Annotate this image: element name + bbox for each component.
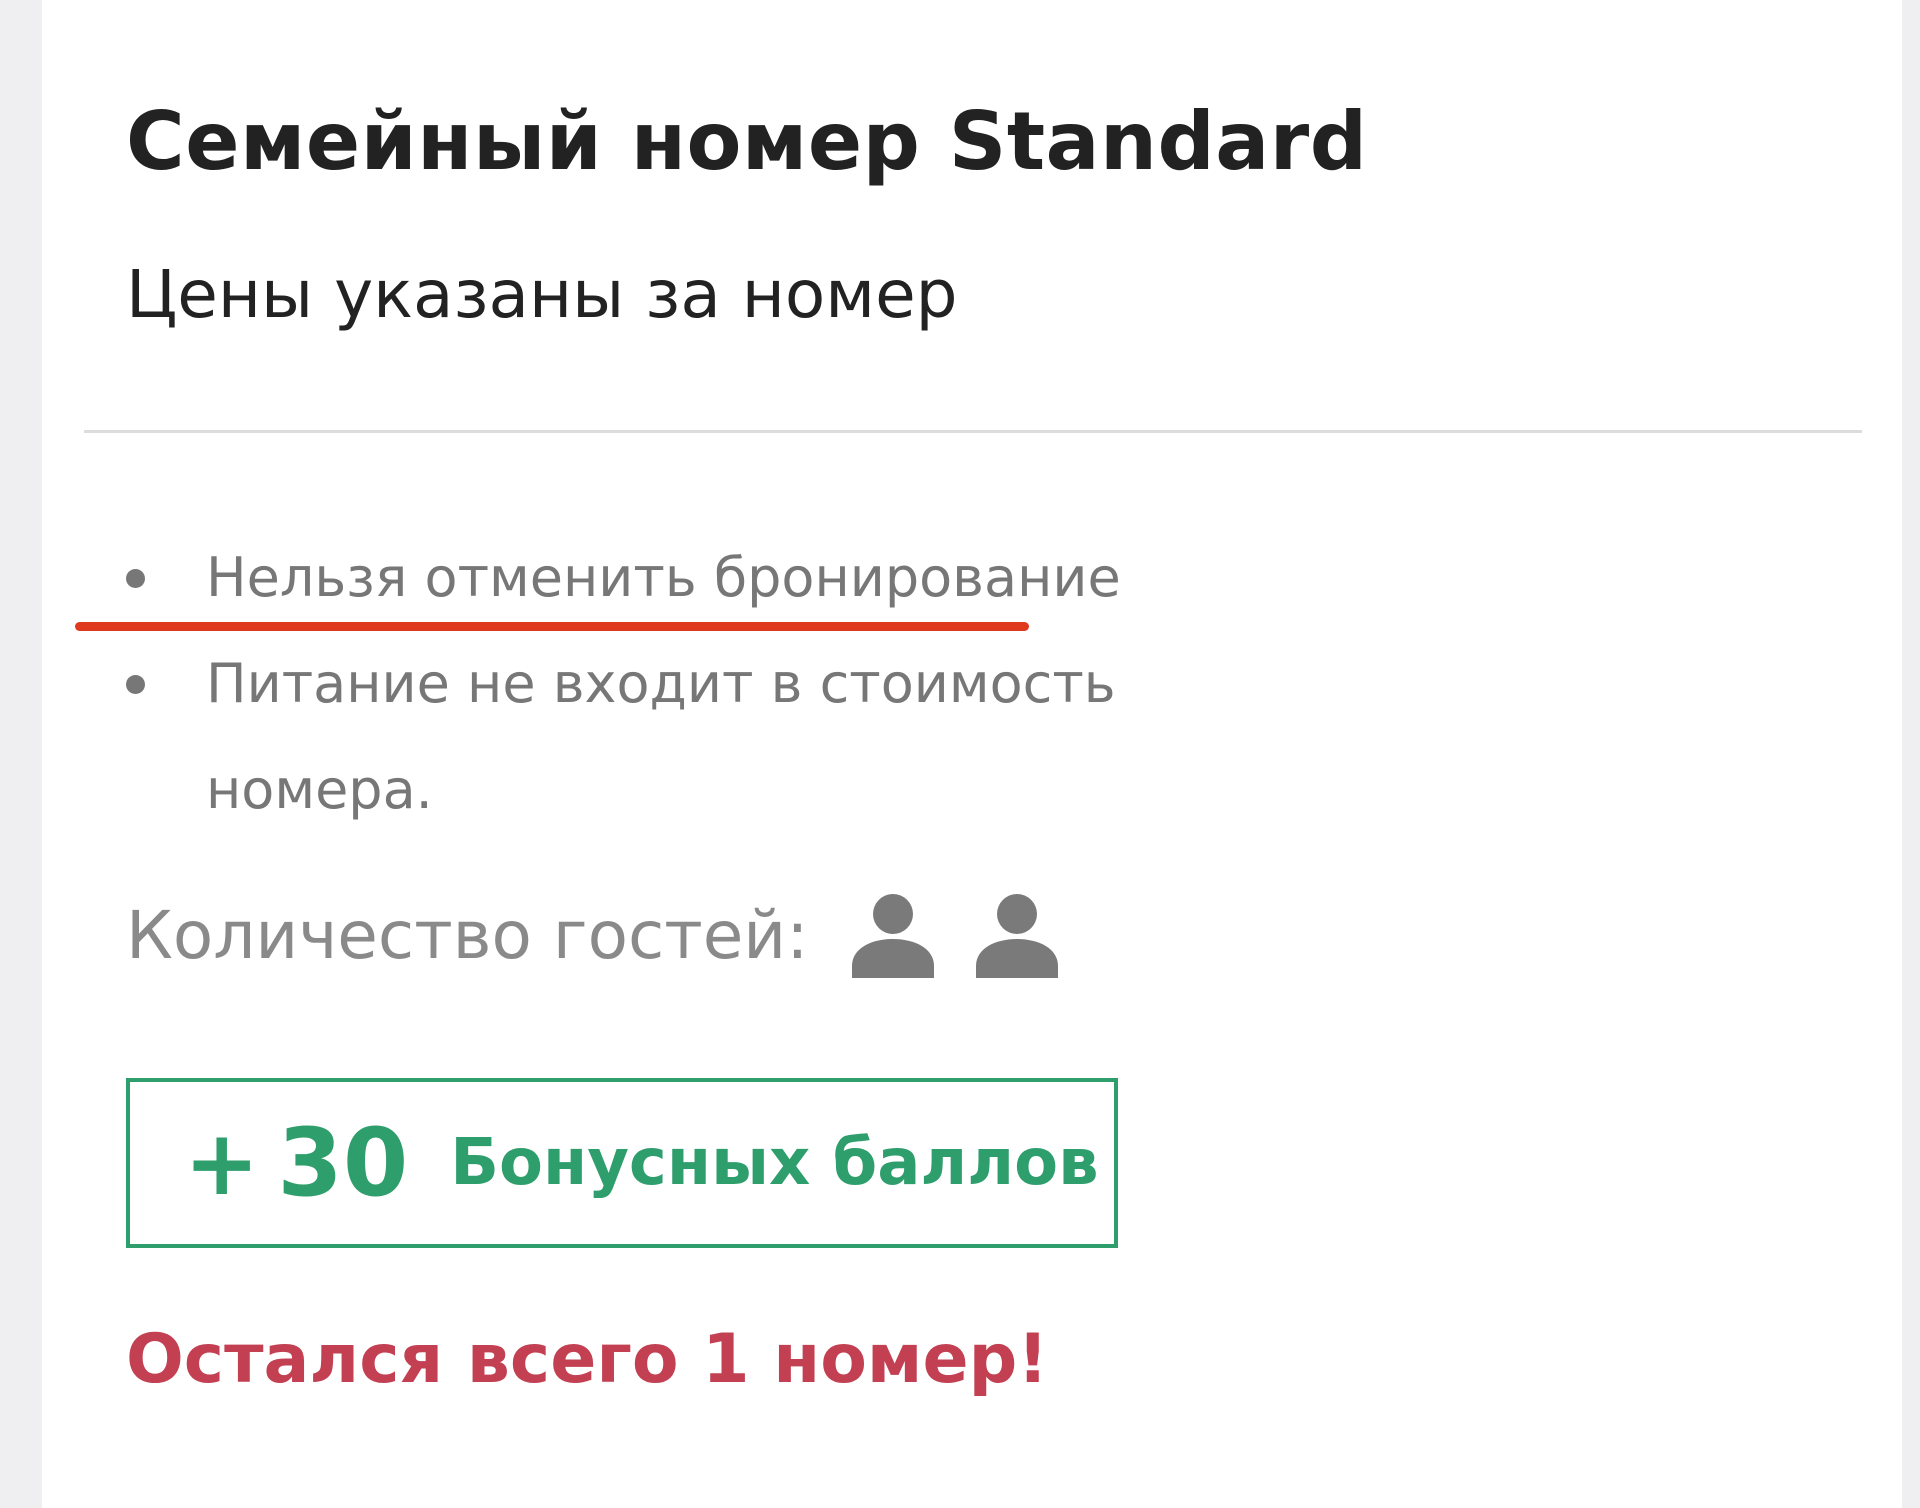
person-icon bbox=[974, 892, 1060, 978]
bullet-icon bbox=[126, 569, 145, 588]
room-title: Семейный номер Standard bbox=[126, 95, 1368, 188]
divider bbox=[84, 430, 1862, 433]
bonus-plus: + bbox=[184, 1110, 260, 1216]
bullet-icon bbox=[126, 675, 145, 694]
bonus-amount: 30 bbox=[277, 1108, 409, 1218]
highlight-underline bbox=[75, 622, 1029, 631]
person-icon bbox=[850, 892, 936, 978]
condition-text: Питание не входит в стоимость номера. bbox=[206, 652, 1116, 821]
room-offer-card: Семейный номер Standard Цены указаны за … bbox=[42, 0, 1902, 1508]
bonus-label: Бонусных баллов bbox=[450, 1126, 1099, 1200]
bonus-points-badge: + 30 Бонусных баллов bbox=[126, 1078, 1118, 1248]
condition-item-meals: Питание не входит в стоимость номера. bbox=[126, 631, 1226, 843]
conditions-list: Нельзя отменить бронирование Питание не … bbox=[126, 525, 1226, 843]
condition-item-cancellation: Нельзя отменить бронирование bbox=[126, 525, 1226, 631]
price-note: Цены указаны за номер bbox=[126, 256, 958, 333]
condition-text: Нельзя отменить бронирование bbox=[206, 546, 1121, 609]
guest-count: Количество гостей: bbox=[126, 880, 1098, 990]
guest-count-label: Количество гостей: bbox=[126, 896, 809, 974]
availability-warning: Остался всего 1 номер! bbox=[126, 1320, 1049, 1399]
